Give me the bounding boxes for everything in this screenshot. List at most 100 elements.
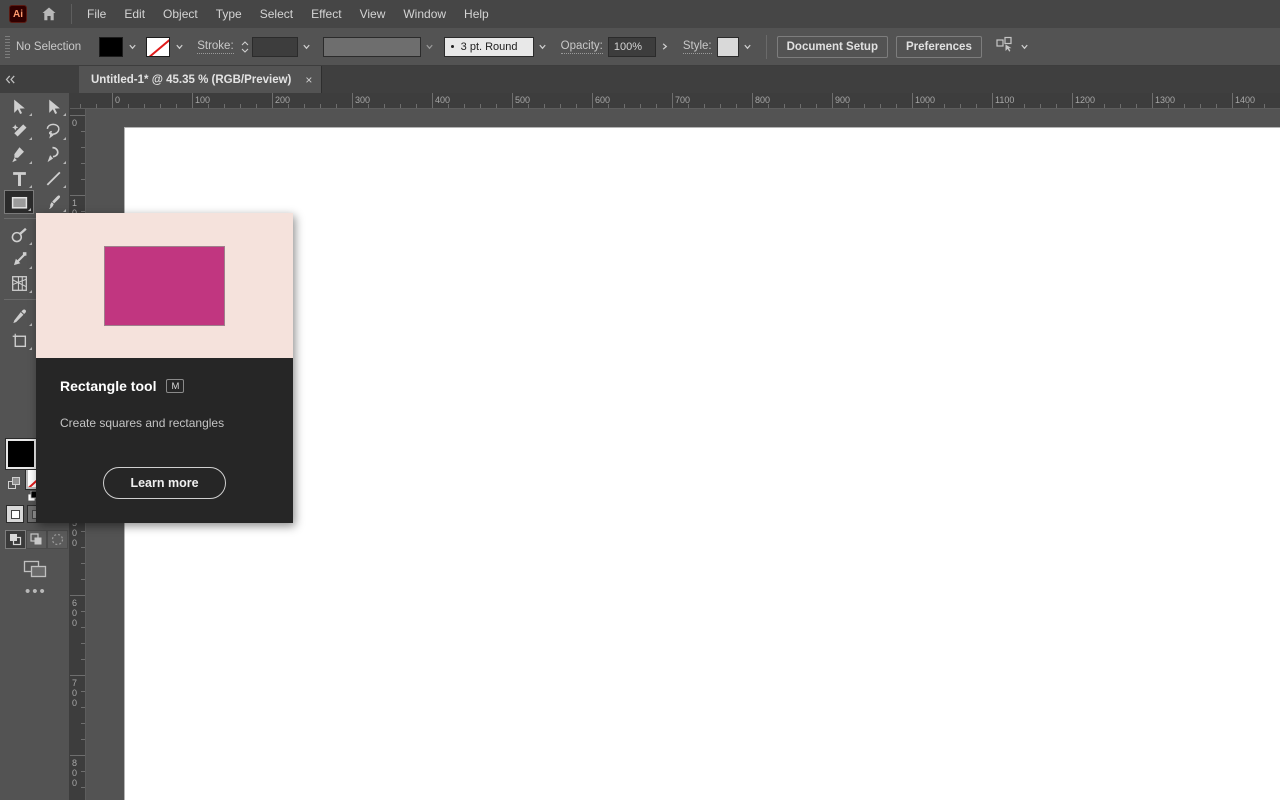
stroke-weight-chevron-down-icon[interactable] <box>299 37 315 57</box>
menu-item-effect[interactable]: Effect <box>302 2 350 26</box>
stroke-profile-input[interactable] <box>322 36 421 57</box>
ruler-tick-major <box>1072 93 1073 108</box>
ruler-label: 1100 <box>995 95 1015 105</box>
eyedropper-tool-icon <box>12 308 26 323</box>
tooltip-description: Create squares and rectangles <box>60 416 225 430</box>
toolbar-fill-swatch[interactable] <box>5 438 37 470</box>
ruler-tick-major <box>832 93 833 108</box>
control-bar: No Selection Stroke: 3 pt. Round Opacity… <box>0 28 1280 66</box>
paintbrush-tool-icon <box>48 194 60 209</box>
stroke-weight-input[interactable] <box>251 36 298 57</box>
fill-chevron-down-icon[interactable] <box>124 37 140 57</box>
tool-flyout-indicator-icon <box>29 323 32 326</box>
direct-selection-tool[interactable] <box>38 94 68 118</box>
opacity-expand-icon[interactable] <box>657 37 673 57</box>
stroke-swatch-none[interactable] <box>146 36 171 57</box>
tooltip-rectangle-illustration <box>104 245 225 326</box>
menu-item-help[interactable]: Help <box>455 2 498 26</box>
horizontal-ruler[interactable]: 0 100 200 300 400 500 600 700 800 900 1000 1100 1200… <box>70 93 1280 109</box>
artboard[interactable] <box>124 127 1280 800</box>
menu-bar: Ai File Edit Object Type Select Effect View Win… <box>0 0 1280 28</box>
ruler-tick-major <box>672 93 673 108</box>
type-tool[interactable] <box>4 166 34 190</box>
style-chevron-down-icon[interactable] <box>740 37 756 57</box>
selection-tool-icon <box>13 99 25 114</box>
ruler-label: 0 <box>115 95 121 105</box>
direct-selection-tool-icon <box>48 99 60 114</box>
stroke-label: Stroke: <box>197 39 234 54</box>
tool-flyout-indicator-icon <box>63 185 66 188</box>
ruler-tick-major <box>70 755 85 756</box>
graphic-style-swatch[interactable] <box>716 36 739 57</box>
line-segment-tool[interactable] <box>38 166 68 190</box>
ruler-label: 1300 <box>1155 95 1176 105</box>
ruler-tick-major <box>70 115 85 116</box>
menu-item-edit[interactable]: Edit <box>115 2 154 26</box>
selection-tool[interactable] <box>4 94 34 118</box>
brush-definition-input[interactable]: 3 pt. Round <box>443 36 534 57</box>
fill-control[interactable] <box>99 36 140 57</box>
color-mode-color-button[interactable] <box>6 505 24 523</box>
lasso-tool[interactable] <box>38 118 68 142</box>
stroke-color-control[interactable] <box>146 36 187 57</box>
menu-item-view[interactable]: View <box>351 2 395 26</box>
document-setup-button[interactable]: Document Setup <box>776 35 888 58</box>
curvature-tool[interactable] <box>38 142 68 166</box>
opacity-input[interactable]: 100% <box>607 36 656 57</box>
menu-item-object[interactable]: Object <box>154 2 207 26</box>
document-tab-bar: Untitled-1* @ 45.35 % (RGB/Preview) × <box>0 66 1280 93</box>
pen-tool[interactable] <box>4 142 34 166</box>
draw-behind-button[interactable] <box>26 530 47 549</box>
tool-flyout-indicator-icon <box>29 185 32 188</box>
stroke-profile-chevron-down-icon[interactable] <box>422 37 438 57</box>
select-similar-objects-control[interactable] <box>996 36 1033 57</box>
ruler-tick-major <box>1232 93 1233 108</box>
brush-definition-chevron-down-icon[interactable] <box>535 37 551 57</box>
rectangle-tool[interactable] <box>4 190 34 214</box>
stroke-weight-stepper[interactable] <box>239 37 251 57</box>
tooltip-media-preview <box>36 213 293 358</box>
artboard-tool[interactable] <box>4 328 34 352</box>
ruler-tick-major <box>70 595 85 596</box>
edit-toolbar-button[interactable]: ••• <box>25 583 47 600</box>
draw-inside-button[interactable] <box>47 530 68 549</box>
document-tab[interactable]: Untitled-1* @ 45.35 % (RGB/Preview) × <box>79 66 323 93</box>
ruler-tick-major <box>432 93 433 108</box>
shape-builder-tool[interactable] <box>4 271 34 295</box>
rectangle-tool-icon <box>11 196 27 209</box>
fill-swatch[interactable] <box>99 36 124 57</box>
home-icon[interactable] <box>41 6 57 22</box>
select-similar-chevron-down-icon[interactable] <box>1017 37 1033 57</box>
change-screen-mode-button[interactable] <box>23 559 49 579</box>
brush-definition-value: 3 pt. Round <box>460 40 518 53</box>
pencil-tool[interactable] <box>4 223 34 247</box>
artboard-tool-icon <box>12 333 26 347</box>
tool-flyout-indicator-icon <box>63 137 66 140</box>
eyedropper-tool[interactable] <box>4 304 34 328</box>
menu-item-window[interactable]: Window <box>394 2 455 26</box>
tool-flyout-indicator-icon <box>29 347 32 350</box>
select-similar-objects-icon[interactable] <box>996 36 1016 57</box>
menu-item-file[interactable]: File <box>78 2 115 26</box>
close-icon[interactable]: × <box>305 74 312 86</box>
ruler-tick-major <box>70 195 85 196</box>
tool-flyout-indicator-icon <box>28 208 31 211</box>
swap-fill-stroke-icon[interactable] <box>8 477 21 490</box>
preferences-button[interactable]: Preferences <box>895 35 982 58</box>
ruler-label: 800 <box>72 758 78 788</box>
menu-item-type[interactable]: Type <box>207 2 251 26</box>
control-bar-grip[interactable] <box>5 35 10 58</box>
draw-normal-button[interactable] <box>5 530 26 549</box>
learn-more-button[interactable]: Learn more <box>103 467 226 499</box>
collapse-panel-icon[interactable] <box>0 66 22 93</box>
stroke-chevron-down-icon[interactable] <box>171 37 187 57</box>
menu-item-select[interactable]: Select <box>251 2 302 26</box>
paintbrush-tool[interactable] <box>38 190 68 214</box>
tooltip-title: Rectangle tool <box>60 378 157 394</box>
magic-wand-tool[interactable] <box>4 118 34 142</box>
line-segment-tool-icon <box>46 171 61 186</box>
ruler-label: 1200 <box>1075 95 1096 105</box>
brush-dot-icon <box>450 45 454 48</box>
scale-tool[interactable] <box>4 247 34 271</box>
magic-wand-tool-icon <box>11 123 27 137</box>
